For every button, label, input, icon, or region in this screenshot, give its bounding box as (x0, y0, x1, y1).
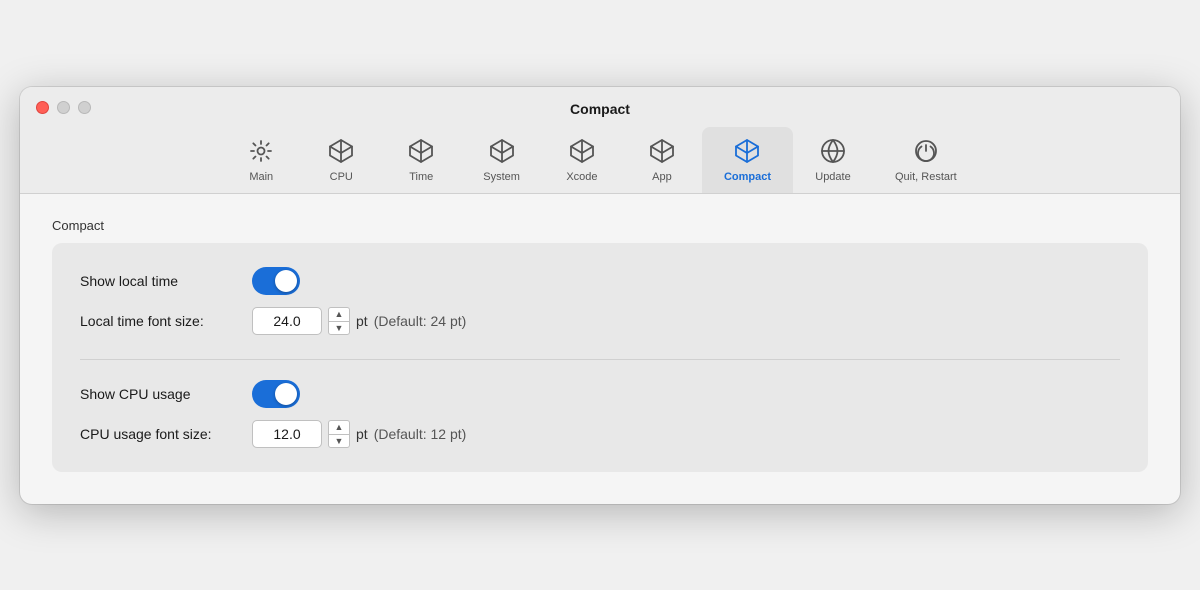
toolbar-item-update[interactable]: Update (793, 127, 873, 193)
toolbar-label-compact: Compact (724, 171, 771, 183)
toolbar-label-app: App (652, 171, 672, 183)
cube-icon-app (646, 135, 678, 167)
cpu-usage-font-size-label: CPU usage font size: (80, 426, 240, 442)
close-button[interactable] (36, 101, 49, 114)
local-time-decrement-button[interactable]: ▼ (328, 321, 350, 335)
toolbar-label-xcode: Xcode (566, 171, 597, 183)
local-time-font-size-stepper: ▲ ▼ pt (Default: 24 pt) (252, 307, 466, 335)
toolbar-item-main[interactable]: Main (221, 127, 301, 193)
toolbar-item-quit-restart[interactable]: Quit, Restart (873, 127, 979, 193)
cpu-usage-font-size-row: CPU usage font size: ▲ ▼ pt (Default: 12… (80, 420, 1120, 448)
show-local-time-row: Show local time (80, 267, 1120, 295)
show-cpu-usage-toggle[interactable] (252, 380, 300, 408)
toolbar-label-system: System (483, 171, 520, 183)
window-title: Compact (570, 101, 630, 117)
toolbar-item-compact[interactable]: Compact (702, 127, 793, 193)
local-time-stepper-buttons: ▲ ▼ (328, 307, 350, 335)
local-time-font-size-default: (Default: 24 pt) (374, 313, 467, 329)
toolbar: Main CPU (221, 127, 979, 193)
toolbar-item-system[interactable]: System (461, 127, 542, 193)
local-time-group: Show local time Local time font size: ▲ … (80, 267, 1120, 335)
maximize-button[interactable] (78, 101, 91, 114)
toolbar-label-quit-restart: Quit, Restart (895, 171, 957, 183)
local-time-font-size-row: Local time font size: ▲ ▼ pt (Default: 2… (80, 307, 1120, 335)
toolbar-item-cpu[interactable]: CPU (301, 127, 381, 193)
toolbar-label-update: Update (815, 171, 850, 183)
cube-icon-xcode (566, 135, 598, 167)
cpu-usage-font-size-unit: pt (356, 426, 368, 442)
local-time-font-size-input[interactable] (252, 307, 322, 335)
main-window: Compact Main (20, 87, 1180, 504)
toolbar-label-time: Time (409, 171, 433, 183)
power-icon (910, 135, 942, 167)
cube-icon-cpu (325, 135, 357, 167)
section-title: Compact (52, 218, 1148, 233)
globe-icon (817, 135, 849, 167)
cube-icon-system (486, 135, 518, 167)
content-area: Compact Show local time Local time font … (20, 194, 1180, 504)
cpu-usage-decrement-button[interactable]: ▼ (328, 434, 350, 448)
cpu-usage-font-size-stepper: ▲ ▼ pt (Default: 12 pt) (252, 420, 466, 448)
titlebar: Compact Main (20, 87, 1180, 194)
show-local-time-toggle[interactable] (252, 267, 300, 295)
local-time-font-size-label: Local time font size: (80, 313, 240, 329)
cube-icon-compact (731, 135, 763, 167)
cpu-usage-font-size-default: (Default: 12 pt) (374, 426, 467, 442)
cpu-usage-increment-button[interactable]: ▲ (328, 420, 350, 434)
toolbar-label-cpu: CPU (330, 171, 353, 183)
local-time-increment-button[interactable]: ▲ (328, 307, 350, 321)
cpu-usage-font-size-input[interactable] (252, 420, 322, 448)
gear-icon (245, 135, 277, 167)
toolbar-item-time[interactable]: Time (381, 127, 461, 193)
toolbar-label-main: Main (249, 171, 273, 183)
cpu-usage-stepper-buttons: ▲ ▼ (328, 420, 350, 448)
cube-icon-time (405, 135, 437, 167)
show-cpu-usage-row: Show CPU usage (80, 380, 1120, 408)
cpu-usage-group: Show CPU usage CPU usage font size: ▲ ▼ (80, 380, 1120, 448)
toolbar-item-xcode[interactable]: Xcode (542, 127, 622, 193)
local-time-font-size-unit: pt (356, 313, 368, 329)
show-cpu-usage-label: Show CPU usage (80, 386, 240, 402)
minimize-button[interactable] (57, 101, 70, 114)
show-local-time-label: Show local time (80, 273, 240, 289)
traffic-lights (36, 101, 91, 114)
settings-divider (80, 359, 1120, 360)
settings-card: Show local time Local time font size: ▲ … (52, 243, 1148, 472)
toolbar-item-app[interactable]: App (622, 127, 702, 193)
